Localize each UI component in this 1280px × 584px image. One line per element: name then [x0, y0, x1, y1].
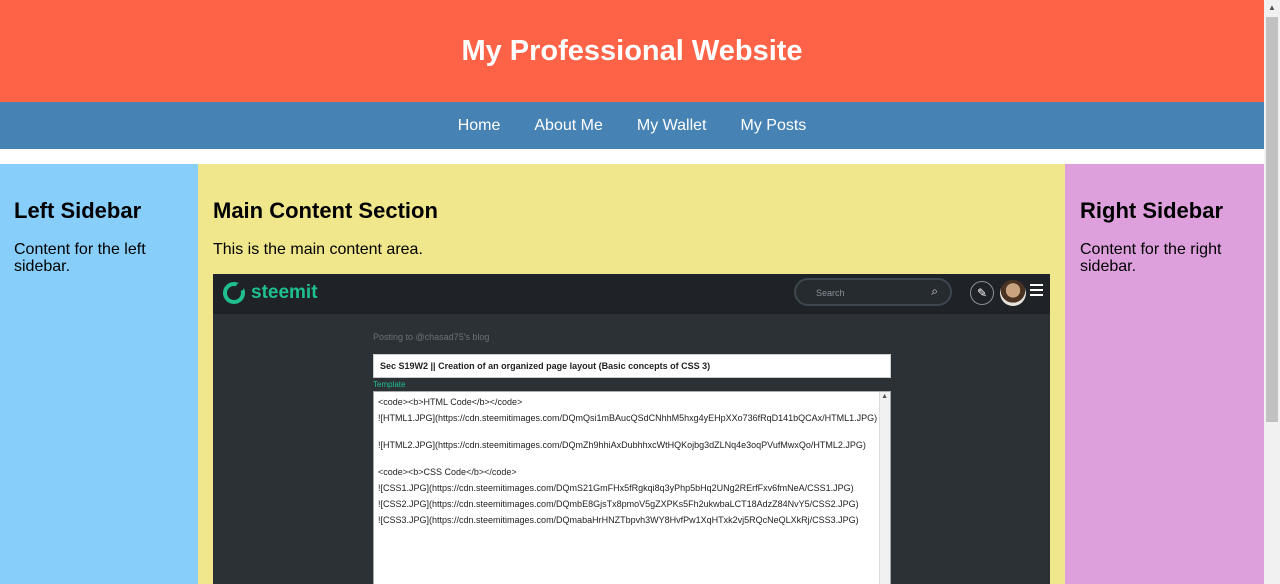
main-content: Main Content Section This is the main co…	[198, 164, 1065, 584]
nav-link-my-wallet[interactable]: My Wallet	[637, 117, 707, 135]
steemit-search-input	[814, 285, 928, 301]
editor-line: ![CSS2.JPG](https://cdn.steemitimages.co…	[378, 499, 859, 509]
steemit-search: ⌕	[794, 278, 952, 306]
right-sidebar-text: Content for the right sidebar.	[1080, 241, 1222, 275]
steemit-topbar: steemit ⌕ ✎	[213, 274, 1050, 314]
posting-to-label: Posting to @chasad75's blog	[373, 332, 490, 342]
nav-link-my-posts[interactable]: My Posts	[741, 117, 807, 135]
main-text: This is the main content area.	[213, 241, 423, 258]
site-header: My Professional Website	[0, 0, 1264, 102]
right-sidebar: Right Sidebar Content for the right side…	[1065, 164, 1264, 584]
layout-columns: Left Sidebar Content for the left sideba…	[0, 164, 1264, 584]
post-title-field: Sec S19W2 || Creation of an organized pa…	[373, 354, 891, 378]
editor-line: <code><b>HTML Code</b></code>	[378, 397, 523, 407]
nav-link-about-me[interactable]: About Me	[534, 117, 602, 135]
editor-line: <code><b>CSS Code</b></code>	[378, 467, 517, 477]
main-nav: Home About Me My Wallet My Posts	[0, 102, 1264, 149]
left-sidebar-text: Content for the left sidebar.	[14, 241, 146, 275]
post-body-editor: <code><b>HTML Code</b></code> ![HTML1.JP…	[373, 391, 891, 584]
avatar	[1000, 280, 1026, 306]
steemit-editor-area: Posting to @chasad75's blog Sec S19W2 ||…	[213, 314, 1050, 584]
template-label: Template	[373, 380, 406, 389]
left-sidebar-heading: Left Sidebar	[14, 198, 142, 223]
page-scrollbar[interactable]: ▲	[1264, 0, 1280, 584]
steemit-logo-text: steemit	[251, 282, 318, 303]
main-heading: Main Content Section	[213, 198, 438, 223]
pencil-icon: ✎	[970, 281, 994, 305]
right-sidebar-heading: Right Sidebar	[1080, 198, 1224, 223]
embedded-screenshot: steemit ⌕ ✎ Posting to @chasad75's blog …	[213, 274, 1050, 584]
scroll-up-icon[interactable]: ▲	[1264, 0, 1280, 16]
editor-line: ![HTML1.JPG](https://cdn.steemitimages.c…	[378, 413, 878, 423]
steemit-logo-icon	[223, 282, 245, 304]
scrollbar-thumb[interactable]	[1266, 17, 1278, 422]
page: My Professional Website Home About Me My…	[0, 0, 1264, 584]
search-icon: ⌕	[931, 284, 938, 298]
editor-line: ![HTML2.JPG](https://cdn.steemitimages.c…	[378, 440, 866, 450]
steemit-logo: steemit	[223, 282, 318, 304]
editor-line: ![CSS3.JPG](https://cdn.steemitimages.co…	[378, 515, 859, 525]
nav-link-home[interactable]: Home	[458, 117, 501, 135]
scroll-up-arrow-icon: ▲	[881, 393, 888, 400]
hamburger-menu-icon	[1030, 284, 1043, 299]
page-title: My Professional Website	[461, 34, 803, 67]
editor-line: ![CSS1.JPG](https://cdn.steemitimages.co…	[378, 483, 854, 493]
left-sidebar: Left Sidebar Content for the left sideba…	[0, 164, 198, 584]
editor-scrollbar: ▲	[879, 392, 890, 584]
